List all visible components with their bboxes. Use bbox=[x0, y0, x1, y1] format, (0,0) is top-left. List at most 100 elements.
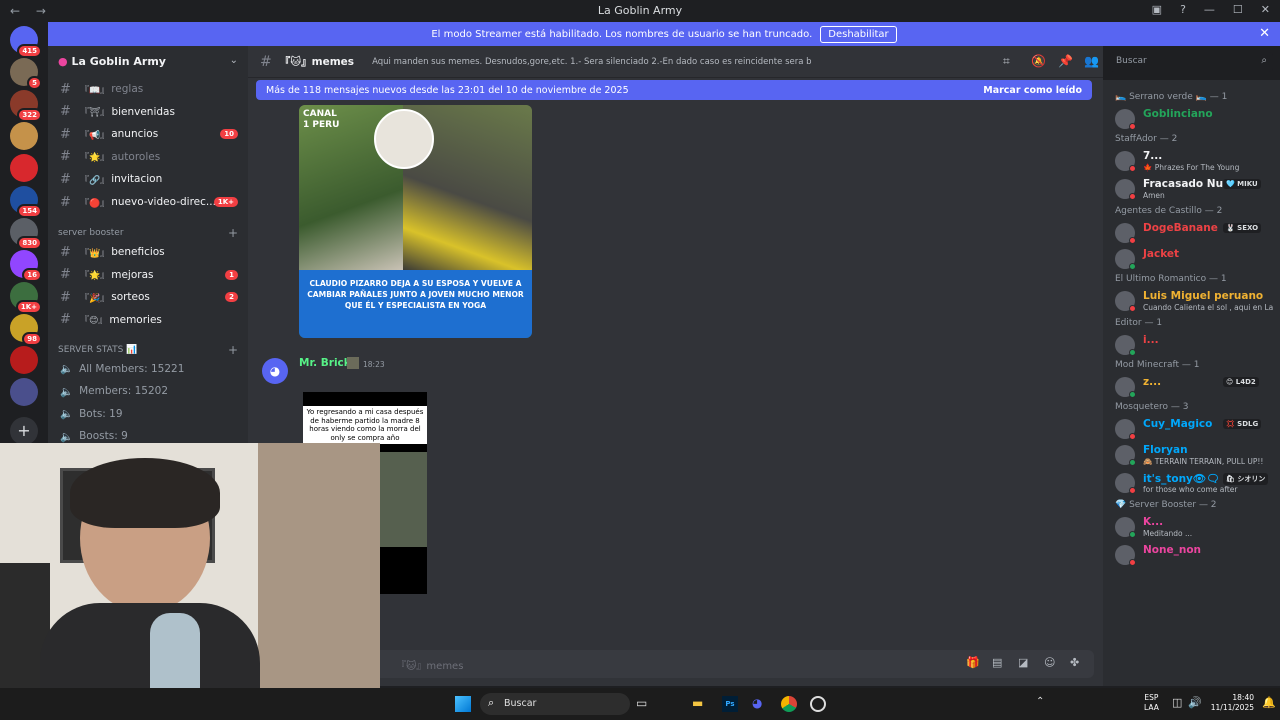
server-icon[interactable] bbox=[10, 122, 38, 150]
category-header[interactable]: server booster bbox=[58, 228, 124, 238]
member-list: 🛌 Serrano verde 🛌 — 1 Goblinciano StaffAdo… bbox=[1103, 80, 1280, 686]
server-icon[interactable]: 1K+ bbox=[10, 282, 42, 314]
stat-channel[interactable]: 🔈 All Members: 15221 bbox=[60, 362, 184, 376]
server-icon[interactable]: 415 bbox=[10, 26, 42, 58]
maximize-button[interactable]: ☐ bbox=[1233, 3, 1243, 16]
stat-channel[interactable]: 🔈 Members: 15202 bbox=[60, 385, 168, 398]
clock[interactable]: 18:40 11/11/2025 bbox=[1206, 693, 1254, 713]
close-icon[interactable]: ✕ bbox=[1259, 26, 1270, 41]
channel-item[interactable]: # 『📖』 reglas bbox=[60, 79, 242, 99]
category-header[interactable]: SERVER STATS 📊 bbox=[58, 345, 137, 355]
obs-icon[interactable] bbox=[810, 696, 826, 712]
threads-icon[interactable]: ⌗ bbox=[1003, 54, 1010, 69]
member-item[interactable]: Goblinciano bbox=[1115, 108, 1275, 132]
members-icon[interactable]: 👥 bbox=[1084, 54, 1099, 68]
photoshop-icon[interactable]: Ps bbox=[722, 696, 738, 712]
lang-indicator[interactable]: ESP LAA bbox=[1144, 693, 1159, 713]
minimize-button[interactable]: — bbox=[1204, 3, 1215, 16]
taskbar-search[interactable]: ⌕ Buscar bbox=[480, 693, 630, 715]
server-icon[interactable] bbox=[10, 154, 38, 182]
add-server-button[interactable]: + bbox=[10, 417, 38, 445]
channel-title: 『🐱』memes bbox=[279, 56, 355, 68]
member-item[interactable]: None_non bbox=[1115, 544, 1275, 568]
add-channel-icon[interactable]: + bbox=[228, 343, 238, 357]
new-messages-text: Más de 118 mensajes nuevos desde las 23:… bbox=[266, 84, 629, 96]
new-messages-bar[interactable]: Más de 118 mensajes nuevos desde las 23:… bbox=[256, 80, 1092, 100]
role-header: Mod Minecraft — 1 bbox=[1115, 360, 1200, 370]
channel-name: invitacion bbox=[111, 173, 163, 186]
volume-icon[interactable]: 🔊 bbox=[1188, 696, 1202, 709]
hash-icon: # bbox=[60, 194, 71, 210]
channel-item[interactable]: # 『⛩』 bienvenidas bbox=[60, 102, 242, 122]
start-icon[interactable] bbox=[455, 696, 471, 712]
channel-item[interactable]: # 『📢』 anuncios 10 bbox=[60, 124, 242, 144]
chevron-up-icon[interactable]: ⌃ bbox=[1036, 696, 1044, 707]
meme-image-1[interactable]: CANAL 1 PERU CLAUDIO PIZARRO DEJA A SU E… bbox=[299, 105, 532, 338]
member-item[interactable]: Cuy_Magico 💢 SDLG bbox=[1115, 418, 1275, 442]
member-item[interactable]: Luis Miguel peruano Cuando Calienta el so… bbox=[1115, 290, 1275, 314]
search-input[interactable]: Buscar ⌕ bbox=[1110, 52, 1273, 72]
wifi-icon[interactable]: ◫ bbox=[1172, 696, 1182, 709]
server-icon[interactable] bbox=[10, 346, 38, 374]
taskbar: ⌕ Buscar ▭ ▬ Ps ◕ ⌃ ESP LAA ◫ 🔊 18:40 11… bbox=[0, 688, 1280, 720]
channel-item[interactable]: # 『🔗』 invitacion bbox=[60, 169, 242, 189]
server-icon[interactable]: 16 bbox=[10, 250, 42, 282]
window-title: La Goblin Army bbox=[597, 4, 683, 17]
member-item[interactable]: Fracasado Nu... 🩵 MIKU Amen bbox=[1115, 178, 1275, 202]
sticker-icon[interactable]: ◪ bbox=[1018, 656, 1028, 669]
meme-photo bbox=[377, 452, 427, 547]
server-icon[interactable]: 98 bbox=[10, 314, 42, 346]
gift-icon[interactable]: 🎁 bbox=[966, 656, 980, 669]
server-icon[interactable]: 5 bbox=[10, 58, 42, 90]
hash-icon: # bbox=[60, 244, 71, 260]
member-item[interactable]: 7... 🍁 Phrazes For The Young bbox=[1115, 150, 1275, 174]
mark-read-button[interactable]: Marcar como leído bbox=[983, 85, 1082, 96]
server-icon[interactable]: 322 bbox=[10, 90, 42, 122]
channel-item[interactable]: # 『🌟』 mejoras 1 bbox=[60, 265, 242, 285]
status-dot bbox=[1129, 123, 1136, 130]
task-view-icon[interactable]: ▭ bbox=[636, 696, 647, 710]
member-item[interactable]: it's_tony👁🗨 🛍 シオリン for those who come afte… bbox=[1115, 472, 1275, 496]
member-item[interactable]: i... bbox=[1115, 334, 1275, 358]
inbox-icon[interactable]: ▣ bbox=[1152, 3, 1162, 16]
mention-badge: 1 bbox=[225, 269, 238, 280]
notifications-icon[interactable]: 🔔 bbox=[1262, 696, 1276, 709]
channel-item[interactable]: # 『👑』 beneficios bbox=[60, 242, 242, 262]
server-icon[interactable] bbox=[10, 378, 38, 406]
avatar[interactable]: ◕ bbox=[262, 358, 288, 384]
pin-icon[interactable]: 📌 bbox=[1058, 54, 1073, 68]
member-item[interactable]: Jacket bbox=[1115, 248, 1275, 272]
server-icon[interactable]: 154 bbox=[10, 186, 42, 218]
disable-streamer-button[interactable]: Deshabilitar bbox=[820, 25, 897, 43]
add-channel-icon[interactable]: + bbox=[228, 226, 238, 240]
close-button[interactable]: ✕ bbox=[1261, 3, 1270, 16]
hash-icon: # bbox=[260, 53, 272, 70]
apps-icon[interactable]: ✤ bbox=[1070, 656, 1079, 669]
member-tag: 😊 L4D2 bbox=[1223, 377, 1259, 387]
discord-taskbar-icon[interactable]: ◕ bbox=[752, 696, 762, 710]
member-item[interactable]: K... Meditando ... bbox=[1115, 516, 1275, 540]
bell-icon[interactable]: 🔕 bbox=[1031, 54, 1046, 68]
channel-item[interactable]: # 『😊』 memories bbox=[60, 310, 242, 330]
role-header: Agentes de Castillo — 2 bbox=[1115, 206, 1223, 216]
chevron-down-icon[interactable]: ⌄ bbox=[230, 55, 238, 66]
channel-item[interactable]: # 『🎉』 sorteos 2 bbox=[60, 287, 242, 307]
member-item[interactable]: Floryan 🙈 TERRAIN TERRAIN, PULL UP!! bbox=[1115, 444, 1275, 468]
help-icon[interactable]: ? bbox=[1180, 3, 1186, 16]
hash-icon: # bbox=[60, 149, 71, 165]
gif-icon[interactable]: ▤ bbox=[992, 656, 1002, 669]
message-input[interactable]: 『🐱』memes 🎁 ▤ ◪ ☺ ✤ bbox=[256, 650, 1094, 678]
member-item[interactable]: z... 😊 L4D2 bbox=[1115, 376, 1275, 400]
server-name[interactable]: ● La Goblin Army bbox=[58, 55, 166, 68]
emoji-icon[interactable]: ☺ bbox=[1044, 656, 1055, 669]
member-status: for those who come after bbox=[1143, 485, 1238, 494]
channel-item[interactable]: # 『🌟』 autoroles bbox=[60, 147, 242, 167]
channel-topic[interactable]: Aqui manden sus memes. Desnudos,gore,etc… bbox=[372, 57, 812, 67]
files-icon[interactable]: ▬ bbox=[692, 696, 703, 710]
stat-channel[interactable]: 🔈 Bots: 19 bbox=[60, 407, 123, 421]
channel-item[interactable]: # 『🔴』 nuevo-video-direc... 1K+ bbox=[60, 192, 242, 212]
stat-channel[interactable]: 🔈 Boosts: 9 bbox=[60, 430, 128, 443]
member-item[interactable]: DogeBanane 🐰 SEXO bbox=[1115, 222, 1275, 246]
server-icon[interactable]: 830 bbox=[10, 218, 42, 250]
chrome-icon[interactable] bbox=[781, 696, 797, 712]
